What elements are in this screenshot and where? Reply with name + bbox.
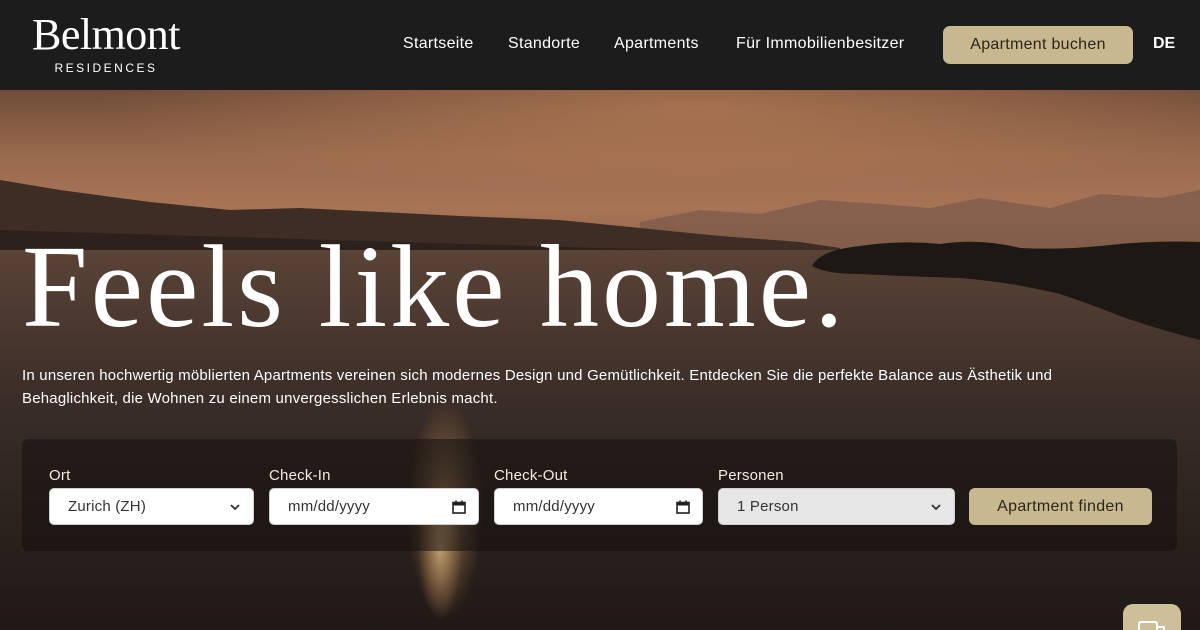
hero-headline: Feels like home. xyxy=(22,221,847,352)
persons-value: 1 Person xyxy=(737,498,799,515)
checkin-placeholder: mm/dd/yyyy xyxy=(288,498,371,515)
checkout-date-input[interactable]: mm/dd/yyyy xyxy=(494,488,703,525)
persons-select[interactable]: 1 Person xyxy=(718,488,955,525)
nav-link-apartments[interactable]: Apartments xyxy=(614,35,699,55)
checkout-label: Check-Out xyxy=(494,467,568,484)
nav-link-owners[interactable]: Für Immobilienbesitzer xyxy=(736,35,904,55)
logo[interactable]: Belmont RESIDENCES xyxy=(22,10,190,76)
location-select[interactable]: Zurich (ZH) xyxy=(49,488,254,525)
logo-subtitle: RESIDENCES xyxy=(54,61,158,75)
find-apartment-button[interactable]: Apartment finden xyxy=(969,488,1152,525)
chevron-down-icon xyxy=(230,503,240,510)
checkin-date-input[interactable]: mm/dd/yyyy xyxy=(269,488,479,525)
calendar-icon[interactable] xyxy=(676,500,690,514)
chevron-down-icon xyxy=(931,503,941,510)
nav-link-standorte[interactable]: Standorte xyxy=(508,35,580,55)
chat-button[interactable] xyxy=(1123,604,1181,630)
hero-intro: In unseren hochwertig möblierten Apartme… xyxy=(22,367,1053,407)
book-apartment-button[interactable]: Apartment buchen xyxy=(943,26,1133,64)
location-value: Zurich (ZH) xyxy=(68,498,147,515)
language-switcher[interactable]: DE xyxy=(1153,35,1175,53)
nav-link-startseite[interactable]: Startseite xyxy=(403,35,474,55)
logo-wordmark: Belmont xyxy=(31,10,181,59)
persons-label: Personen xyxy=(718,467,784,484)
site-header: Belmont RESIDENCES Startseite Standorte … xyxy=(0,0,1200,90)
calendar-icon[interactable] xyxy=(452,500,466,514)
checkout-placeholder: mm/dd/yyyy xyxy=(513,498,596,515)
checkin-label: Check-In xyxy=(269,467,331,484)
location-label: Ort xyxy=(49,467,71,484)
chat-icon xyxy=(1138,621,1165,630)
